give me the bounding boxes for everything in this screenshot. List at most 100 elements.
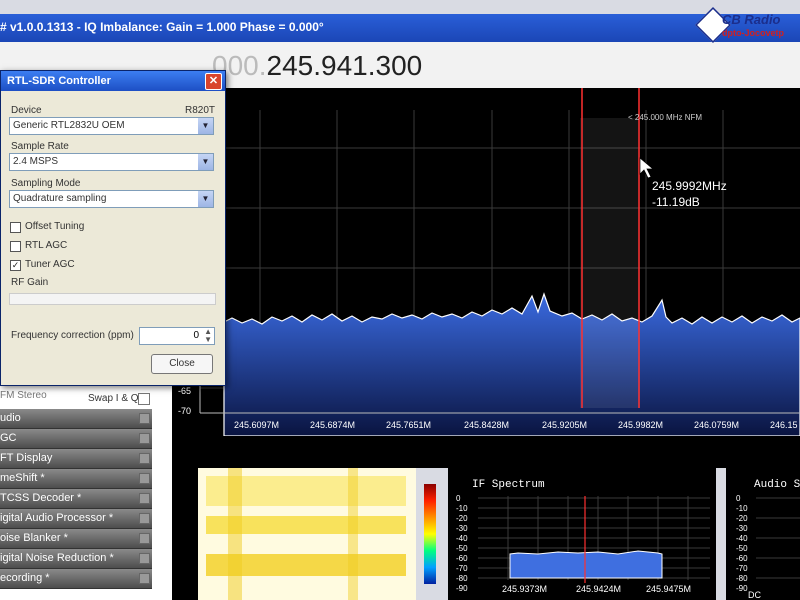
expand-icon[interactable] <box>139 473 150 484</box>
if-y-tick: -90 <box>456 584 468 593</box>
spectrum-plot[interactable]: < 245.000 MHz NFM 245.9992MHz -11.19dB -… <box>172 88 800 436</box>
section-fft-display[interactable]: FT Display <box>0 449 152 469</box>
expand-icon[interactable] <box>139 493 150 504</box>
device-select[interactable]: Generic RTL2832U OEM ▼ <box>9 117 214 135</box>
y-tick-label: -65 <box>178 386 191 396</box>
section-ctcss-decoder[interactable]: TCSS Decoder * <box>0 489 152 509</box>
audio-grid <box>756 497 800 579</box>
device-label: Device <box>11 105 42 116</box>
x-tick-label: 245.9205M <box>542 420 587 430</box>
if-y-tick: -40 <box>456 534 468 543</box>
dialog-title: RTL-SDR Controller <box>7 75 111 87</box>
tuner-agc-label: Tuner AGC <box>25 259 75 270</box>
x-tick-label: 245.6874M <box>310 420 355 430</box>
rtl-sdr-controller-dialog: RTL-SDR Controller ✕ Device R820T Generi… <box>0 70 226 386</box>
tuner-agc-checkbox[interactable]: ✓ <box>10 260 21 271</box>
waterfall-colorbar <box>424 484 436 584</box>
close-button[interactable]: Close <box>151 354 213 374</box>
section-label: meShift * <box>0 472 45 484</box>
freq-correction-spinner[interactable]: 0 ▲ ▼ <box>139 327 215 345</box>
section-digital-noise-reduction[interactable]: igital Noise Reduction * <box>0 549 152 569</box>
if-spectrum-plot: IF Spectrum 0 -10 -20 -30 -40 -50 -60 -7… <box>456 479 710 594</box>
if-y-tick: 0 <box>456 494 461 503</box>
logo: CB Radio dpto-Jocovetp <box>694 6 796 58</box>
expand-icon[interactable] <box>139 573 150 584</box>
section-timeshift[interactable]: meShift * <box>0 469 152 489</box>
expand-icon[interactable] <box>139 513 150 524</box>
section-agc[interactable]: GC <box>0 429 152 449</box>
section-label: udio <box>0 412 21 424</box>
expand-icon[interactable] <box>139 453 150 464</box>
frequency-display[interactable]: 000.245.941.300 <box>212 50 422 82</box>
expand-icon[interactable] <box>139 433 150 444</box>
section-label: GC <box>0 432 17 444</box>
vfo-bandwidth <box>580 118 640 408</box>
if-trace <box>509 550 663 579</box>
dialog-title-bar[interactable]: RTL-SDR Controller ✕ <box>1 71 225 91</box>
section-label: FT Display <box>0 452 53 464</box>
cursor-freq: 245.9992MHz <box>652 179 727 193</box>
freq-correction-label: Frequency correction (ppm) <box>11 330 134 341</box>
section-digital-audio-processor[interactable]: igital Audio Processor * <box>0 509 152 529</box>
spinner-arrows-icon[interactable]: ▲ ▼ <box>204 328 212 344</box>
spectrum-panel[interactable]: < 245.000 MHz NFM 245.9992MHz -11.19dB -… <box>172 88 800 436</box>
x-tick-label: 246.15 <box>770 420 798 430</box>
x-tick-label: 246.0759M <box>694 420 739 430</box>
rtl-agc-checkbox[interactable] <box>10 241 21 252</box>
sampling-mode-label: Sampling Mode <box>11 178 81 189</box>
audio-y-tick: -50 <box>736 544 748 553</box>
spectrum-trace <box>223 292 800 436</box>
audio-y-tick: -80 <box>736 574 748 583</box>
offset-tuning-label: Offset Tuning <box>25 221 85 232</box>
rf-gain-slider[interactable] <box>9 293 216 305</box>
cursor-db: -11.19dB <box>652 195 700 209</box>
audio-y-tick: -10 <box>736 504 748 513</box>
sample-rate-value: 2.4 MSPS <box>13 156 59 167</box>
audio-y-tick: -60 <box>736 554 748 563</box>
waterfall-image <box>198 468 416 600</box>
fm-stereo-label: FM Stereo <box>0 390 47 401</box>
if-y-tick: -50 <box>456 544 468 553</box>
swap-iq-label: Swap I & Q <box>88 393 139 404</box>
rtl-agc-label: RTL AGC <box>25 240 68 251</box>
logo-sub: dpto-Jocovetp <box>722 28 784 38</box>
chevron-down-icon[interactable]: ▼ <box>198 154 213 170</box>
section-label: oise Blanker * <box>0 532 68 544</box>
if-spectrum-title: IF Spectrum <box>472 479 545 491</box>
section-noise-blanker[interactable]: oise Blanker * <box>0 529 152 549</box>
expand-icon[interactable] <box>139 413 150 424</box>
title-bar[interactable]: # v1.0.0.1313 - IQ Imbalance: Gain = 1.0… <box>0 14 800 42</box>
audio-y-tick: -30 <box>736 524 748 533</box>
section-recording[interactable]: ecording * <box>0 569 152 589</box>
if-spectrum-panel[interactable]: IF Spectrum 0 -10 -20 -30 -40 -50 -60 -7… <box>448 468 716 600</box>
section-label: igital Audio Processor * <box>0 512 114 524</box>
sampling-mode-select[interactable]: Quadrature sampling ▼ <box>9 190 214 208</box>
expand-icon[interactable] <box>139 553 150 564</box>
chevron-down-icon[interactable]: ▼ <box>198 191 213 207</box>
offset-tuning-checkbox[interactable] <box>10 222 21 233</box>
if-x-tick: 245.9373M <box>502 584 547 594</box>
audio-spectrum-panel[interactable]: Audio S 0 -10 -20 -30 -40 -50 -60 -70 -8… <box>726 468 800 600</box>
rf-gain-label: RF Gain <box>11 277 49 288</box>
if-y-tick: -70 <box>456 564 468 573</box>
center-label: < 245.000 MHz NFM <box>628 113 702 122</box>
chevron-down-icon[interactable]: ▼ <box>198 118 213 134</box>
if-y-tick: -20 <box>456 514 468 523</box>
x-tick-label: 245.8428M <box>464 420 509 430</box>
section-label: igital Noise Reduction * <box>0 552 114 564</box>
waterfall-display[interactable] <box>198 468 416 600</box>
if-y-tick: -30 <box>456 524 468 533</box>
section-audio[interactable]: udio <box>0 409 152 429</box>
swap-iq-checkbox[interactable] <box>138 393 150 405</box>
separator-bar <box>172 468 198 600</box>
section-label: TCSS Decoder * <box>0 492 82 504</box>
audio-y-tick: -20 <box>736 514 748 523</box>
expand-icon[interactable] <box>139 533 150 544</box>
close-icon[interactable]: ✕ <box>205 73 222 90</box>
if-x-tick: 245.9424M <box>576 584 621 594</box>
if-y-tick: -60 <box>456 554 468 563</box>
audio-y-tick: 0 <box>736 494 741 503</box>
sample-rate-label: Sample Rate <box>11 141 69 152</box>
sample-rate-select[interactable]: 2.4 MSPS ▼ <box>9 153 214 171</box>
if-y-tick: -10 <box>456 504 468 513</box>
